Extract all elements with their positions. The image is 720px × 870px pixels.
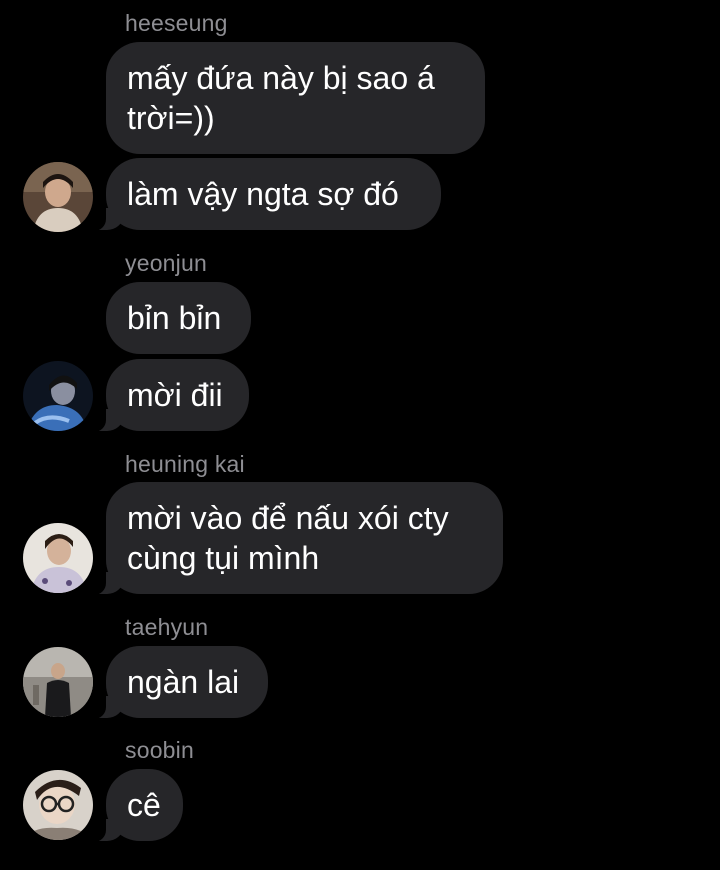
heeseung-avatar-icon[interactable]	[23, 162, 93, 232]
message-text: cê	[127, 787, 161, 823]
heuning-kai-avatar-icon[interactable]	[23, 523, 93, 593]
sender-name-soobin: soobin	[125, 737, 194, 763]
sender-name-heuning-kai: heuning kai	[125, 451, 245, 477]
message-bubble[interactable]: làm vậy ngta sợ đó	[80, 158, 441, 231]
taehyun-avatar-icon[interactable]	[23, 647, 93, 717]
message-text: mời vào để nấu xói cty cùng tụi mình	[127, 500, 449, 576]
message-text: bỉn bỉn	[127, 300, 222, 336]
message-text: mời đii	[127, 377, 223, 413]
yeonjun-avatar-icon[interactable]	[23, 361, 93, 431]
sender-name-yeonjun: yeonjun	[125, 250, 207, 276]
message-text: làm vậy ngta sợ đó	[127, 176, 399, 212]
message-bubble[interactable]: ngàn lai	[80, 646, 268, 719]
message-bubble[interactable]: mấy đứa này bị sao á trời=))	[106, 42, 485, 154]
message-text: mấy đứa này bị sao á trời=))	[127, 60, 435, 136]
message-bubble[interactable]: cê	[80, 769, 183, 842]
message-bubble[interactable]: mời đii	[80, 359, 249, 432]
sender-name-taehyun: taehyun	[125, 614, 209, 640]
soobin-avatar-icon[interactable]	[23, 770, 93, 840]
message-bubble[interactable]: mời vào để nấu xói cty cùng tụi mình	[80, 482, 503, 595]
sender-name-heeseung: heeseung	[125, 10, 228, 36]
message-bubble[interactable]: bỉn bỉn	[106, 282, 251, 354]
message-text: ngàn lai	[127, 664, 240, 700]
chat-thread: heeseung mấy đứa này bị sao á trời=)) là…	[0, 0, 720, 870]
